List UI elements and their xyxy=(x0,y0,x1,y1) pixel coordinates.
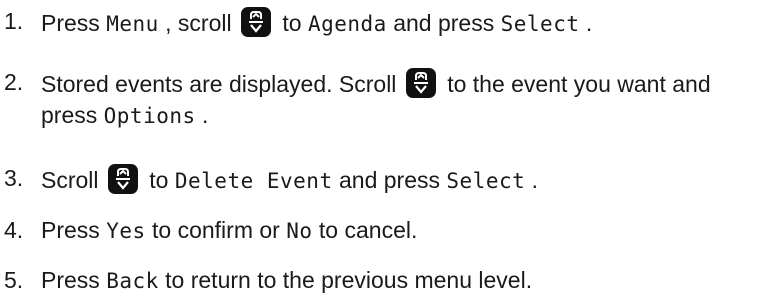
step-text-segment: Scroll xyxy=(41,167,105,193)
scroll-key-icon xyxy=(240,6,272,38)
step-text-segment: . xyxy=(202,102,209,128)
step-text-segment: to cancel. xyxy=(318,217,418,243)
step-text-segment: , scroll xyxy=(165,10,238,36)
step-text-segment: . xyxy=(585,10,593,36)
display-term-back: Back xyxy=(106,269,159,293)
step-1: 1. Press Menu , scroll to Agenda and pre… xyxy=(4,6,767,55)
step-text: Press Back to return to the previous men… xyxy=(41,265,761,297)
scroll-key-icon xyxy=(107,163,139,195)
step-text-segment: to xyxy=(282,10,308,36)
step-text-segment: to return to the previous menu level. xyxy=(165,267,533,293)
display-term-no: No xyxy=(286,219,313,243)
step-text-segment: Press xyxy=(41,267,107,293)
step-text: Press Menu , scroll to Agenda and press … xyxy=(41,6,761,40)
step-text-segment: Stored events are displayed. Scroll xyxy=(41,71,403,97)
step-5: 5. Press Back to return to the previous … xyxy=(4,265,767,305)
step-text: Scroll to Delete Event and press Select … xyxy=(41,163,761,197)
scroll-key-icon xyxy=(405,67,437,99)
display-term-delete-event: Delete Event xyxy=(174,169,333,193)
step-text: Stored events are displayed. Scroll to t… xyxy=(41,67,761,132)
step-text-segment: and press xyxy=(393,10,501,36)
step-3: 3. Scroll to Delete Event and press Sele… xyxy=(4,163,767,211)
step-number: 5. xyxy=(4,267,24,293)
display-term-options: Options xyxy=(103,104,196,128)
step-number: 3. xyxy=(4,165,24,191)
instruction-list: 1. Press Menu , scroll to Agenda and pre… xyxy=(0,0,767,305)
step-number: 1. xyxy=(4,8,24,34)
step-text-segment: to confirm or xyxy=(152,217,287,243)
step-text-segment: Press xyxy=(41,217,107,243)
step-text: Press Yes to confirm or No to cancel. xyxy=(41,215,761,247)
display-term-menu: Menu xyxy=(106,12,159,36)
step-text-segment: to xyxy=(149,167,175,193)
step-number: 4. xyxy=(4,217,24,243)
display-term-select: Select xyxy=(446,169,526,193)
display-term-agenda: Agenda xyxy=(307,12,387,36)
step-text-segment: and press xyxy=(338,167,447,193)
step-text-segment: Press xyxy=(41,10,107,36)
display-term-select: Select xyxy=(500,12,580,36)
step-text-segment: . xyxy=(531,167,539,193)
step-2: 2. Stored events are displayed. Scroll t… xyxy=(4,67,767,159)
step-number: 2. xyxy=(4,69,24,95)
display-term-yes: Yes xyxy=(106,219,146,243)
step-4: 4. Press Yes to confirm or No to cancel. xyxy=(4,215,767,263)
